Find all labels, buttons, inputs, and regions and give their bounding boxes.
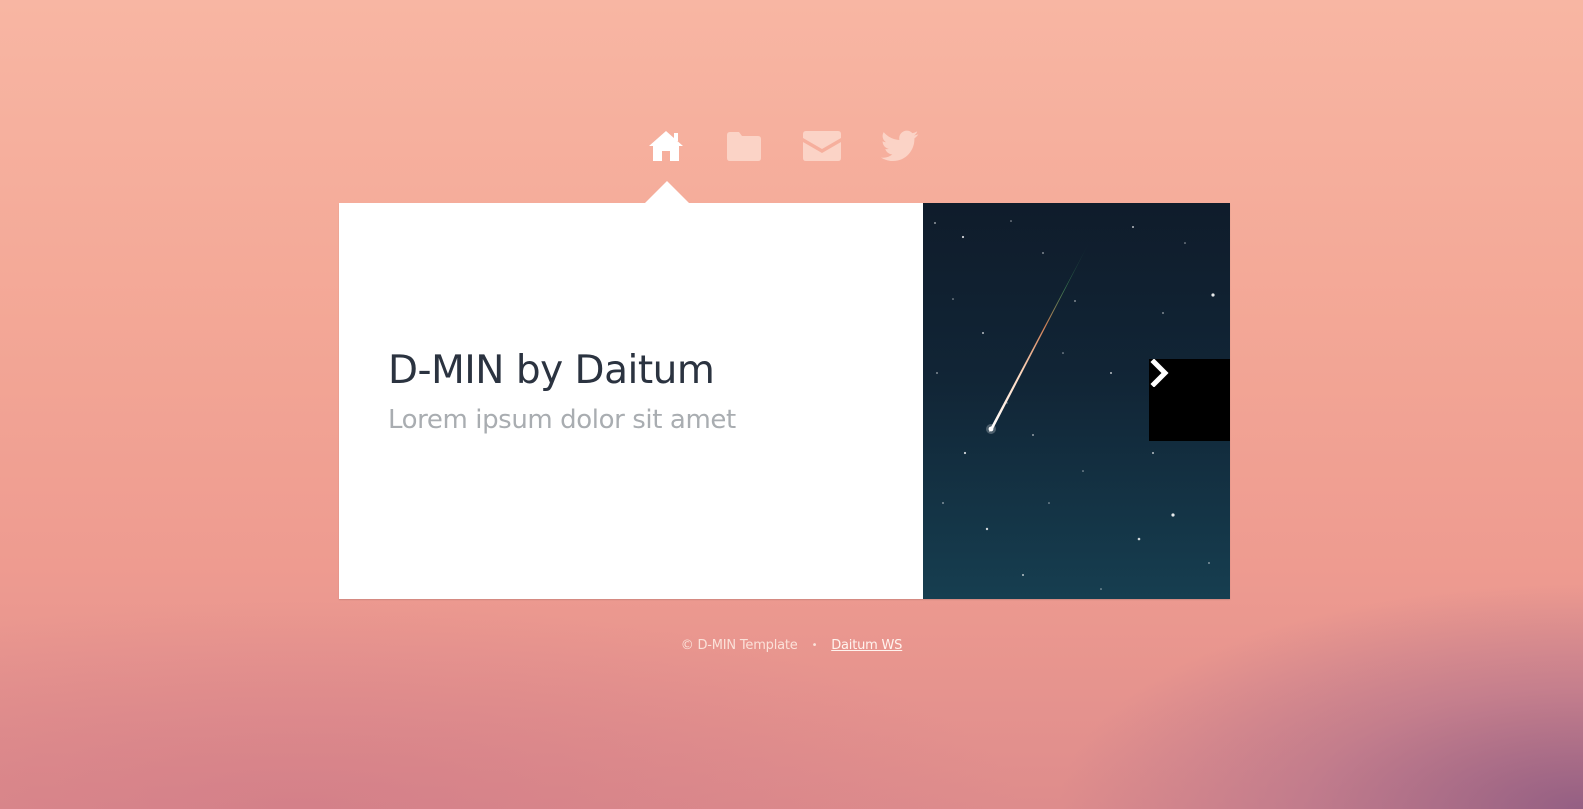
top-nav xyxy=(645,124,935,168)
footer-separator: • xyxy=(811,640,818,651)
nav-twitter[interactable] xyxy=(876,124,924,168)
card-text-block: D-MIN by Daitum Lorem ipsum dolor sit am… xyxy=(388,348,908,436)
chevron-right-icon xyxy=(1150,359,1169,387)
nav-home[interactable] xyxy=(642,124,690,168)
footer: © D-MIN Template • Daitum WS xyxy=(0,638,1583,653)
folder-icon xyxy=(727,132,761,161)
copyright-text: © D-MIN Template xyxy=(680,638,798,653)
card-subtitle: Lorem ipsum dolor sit amet xyxy=(388,404,736,435)
home-icon xyxy=(649,131,683,161)
nav-mail[interactable] xyxy=(798,124,846,168)
next-slide-button[interactable] xyxy=(1149,359,1230,441)
shooting-star-image xyxy=(923,203,1230,599)
active-tab-pointer xyxy=(644,181,690,204)
twitter-icon xyxy=(881,130,919,162)
content-card: D-MIN by Daitum Lorem ipsum dolor sit am… xyxy=(339,203,1230,599)
nav-folder[interactable] xyxy=(720,124,768,168)
card-title: D-MIN by Daitum xyxy=(388,348,715,393)
mail-icon xyxy=(803,131,841,161)
daitum-ws-link[interactable]: Daitum WS xyxy=(831,638,902,653)
